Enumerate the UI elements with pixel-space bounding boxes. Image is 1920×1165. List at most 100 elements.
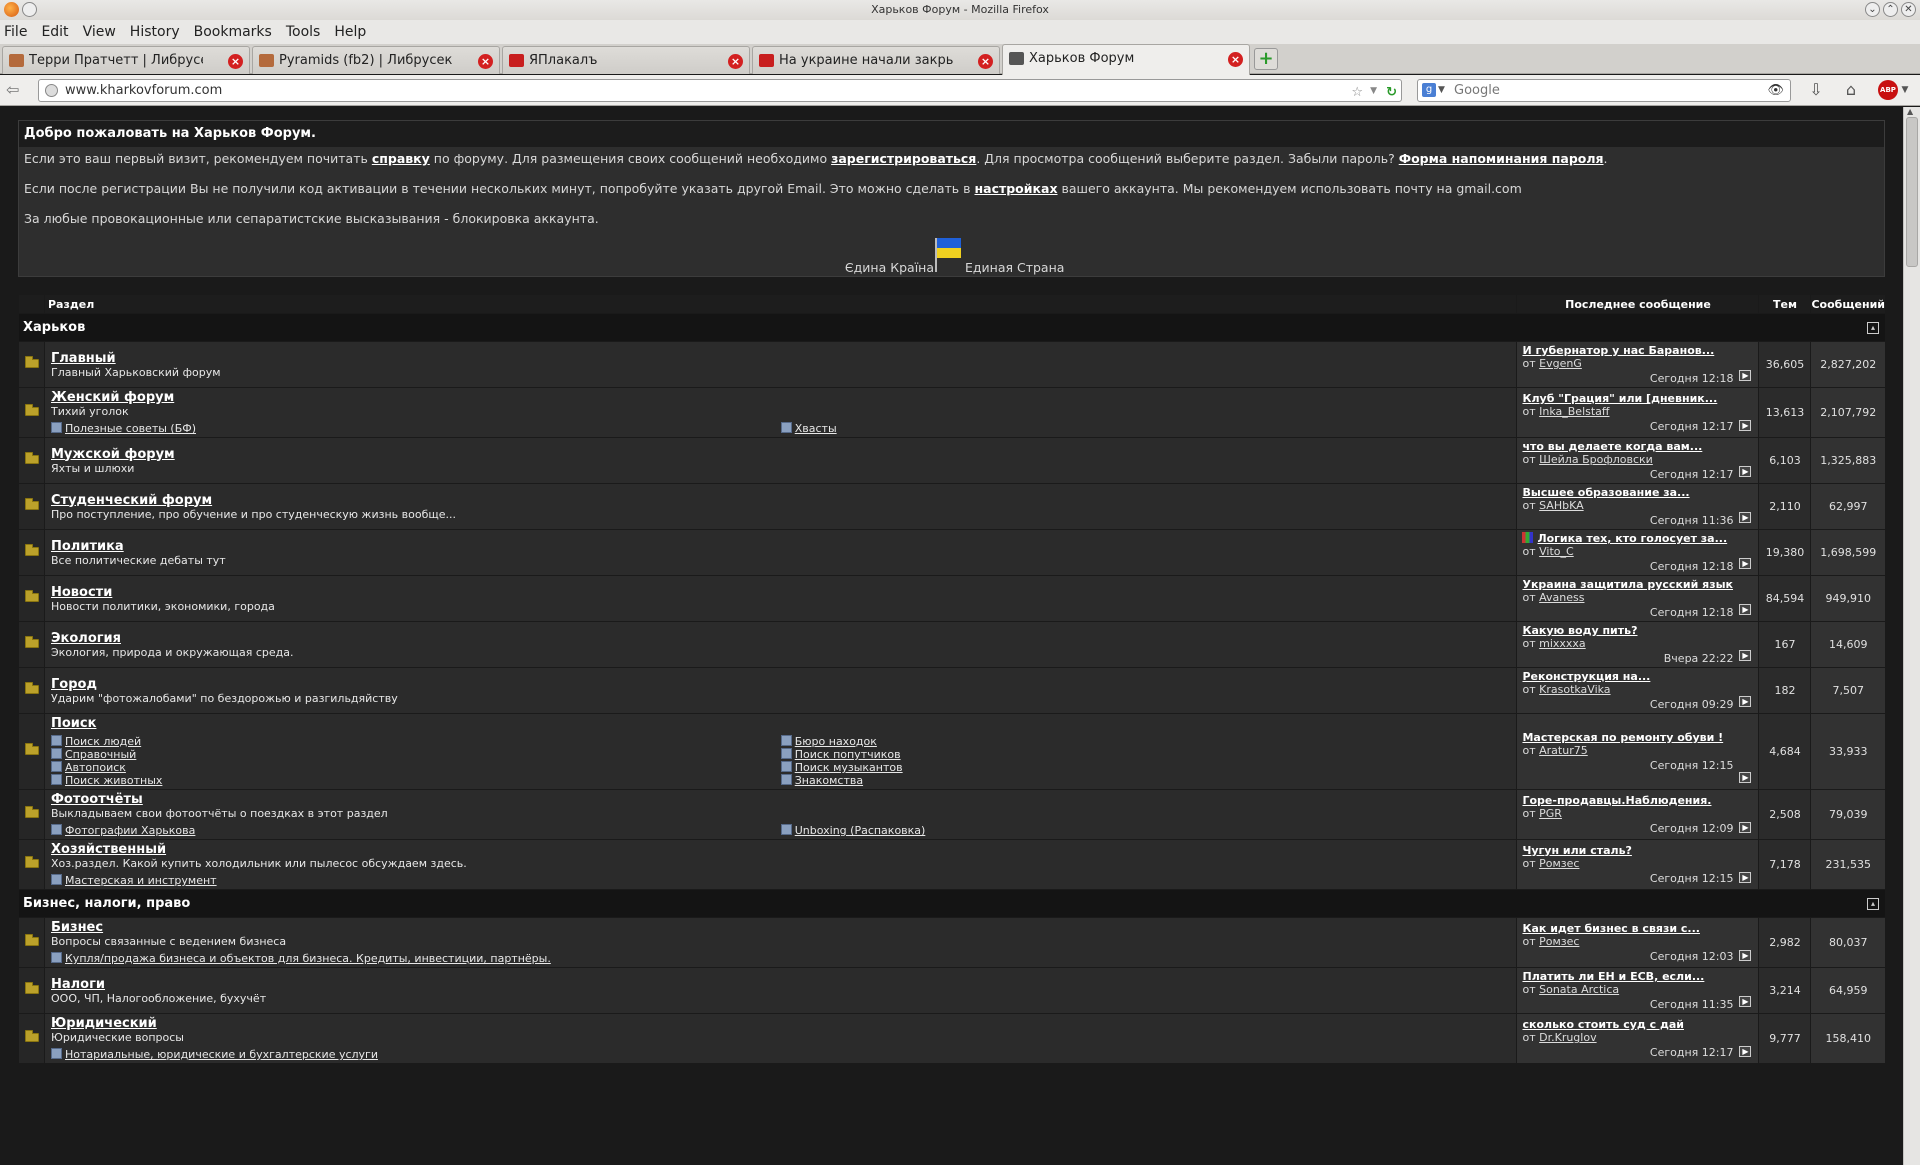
help-link[interactable]: справку xyxy=(372,151,430,166)
subforum-link[interactable]: Знакомства xyxy=(781,774,1511,787)
go-to-last-post-icon[interactable]: ▶ xyxy=(1739,420,1752,431)
go-to-last-post-icon[interactable]: ▶ xyxy=(1739,872,1752,883)
forum-title-link[interactable]: Главный xyxy=(51,351,1510,366)
last-post-title-link[interactable]: Платить ли ЕН и ЕСВ, если... xyxy=(1522,970,1753,983)
last-post-author-link[interactable]: Dr.Kruglov xyxy=(1539,1031,1596,1044)
category-title[interactable]: Бизнес, налоги, право xyxy=(23,896,190,911)
last-post-author-link[interactable]: Ромзес xyxy=(1539,935,1579,948)
subforum-link[interactable]: Фотографии Харькова xyxy=(51,824,781,837)
subforum-link[interactable]: Мастерская и инструмент xyxy=(51,874,781,887)
subforum-link[interactable]: Поиск музыкантов xyxy=(781,761,1511,774)
go-to-last-post-icon[interactable]: ▶ xyxy=(1739,650,1752,661)
last-post-author-link[interactable]: Sonata Arctica xyxy=(1539,983,1619,996)
forum-title-link[interactable]: Налоги xyxy=(51,977,1510,992)
forum-title-link[interactable]: Студенческий форум xyxy=(51,493,1510,508)
menu-file[interactable]: File xyxy=(4,24,27,40)
forum-title-link[interactable]: Юридический xyxy=(51,1016,1510,1031)
search-input[interactable]: Google xyxy=(1454,83,1500,98)
last-post-author-link[interactable]: SAHbKA xyxy=(1539,499,1584,512)
collapse-icon[interactable]: ▴ xyxy=(1867,898,1879,910)
menu-edit[interactable]: Edit xyxy=(41,24,68,40)
page-scrollbar[interactable]: ▲ xyxy=(1903,107,1920,1165)
minimize-icon[interactable]: ⌄ xyxy=(1865,2,1880,17)
collapse-icon[interactable]: ▴ xyxy=(1867,322,1879,334)
forum-title-link[interactable]: Мужской форум xyxy=(51,447,1510,462)
forum-title-link[interactable]: Город xyxy=(51,677,1510,692)
last-post-author-link[interactable]: Aratur75 xyxy=(1539,744,1588,757)
go-to-last-post-icon[interactable]: ▶ xyxy=(1739,822,1752,833)
subforum-link[interactable]: Справочный xyxy=(51,748,781,761)
downloads-icon[interactable]: ⇩ xyxy=(1806,80,1826,100)
subforum-link[interactable]: Поиск попутчиков xyxy=(781,748,1511,761)
last-post-title-link[interactable]: Клуб "Грация" или [дневник... xyxy=(1522,392,1753,405)
bookmark-star-icon[interactable]: ☆ xyxy=(1351,82,1363,103)
last-post-title-link[interactable]: Как идет бизнес в связи с... xyxy=(1522,922,1753,935)
last-post-title-link[interactable]: что вы делаете когда вам... xyxy=(1522,440,1753,453)
go-to-last-post-icon[interactable]: ▶ xyxy=(1739,512,1752,523)
password-reminder-link[interactable]: Форма напоминания пароля xyxy=(1399,151,1604,166)
tab-ukraine-news[interactable]: На украине начали закрыва... × xyxy=(752,46,1000,74)
last-post-author-link[interactable]: Vito_C xyxy=(1539,545,1574,558)
menu-history[interactable]: History xyxy=(130,24,180,40)
maximize-icon[interactable]: ⌃ xyxy=(1883,2,1898,17)
binoculars-icon[interactable]: 👁 xyxy=(1767,80,1784,101)
tab-yaplakal[interactable]: ЯПлакалъ × xyxy=(502,46,750,74)
subforum-link[interactable]: Unboxing (Распаковка) xyxy=(781,824,1511,837)
go-to-last-post-icon[interactable]: ▶ xyxy=(1739,604,1752,615)
close-tab-icon[interactable]: × xyxy=(478,54,493,69)
settings-link[interactable]: настройках xyxy=(975,181,1058,196)
subforum-link[interactable]: Купля/продажа бизнеса и объектов для биз… xyxy=(51,952,781,965)
subforum-link[interactable]: Полезные советы (БФ) xyxy=(51,422,781,435)
last-post-author-link[interactable]: mixxxxa xyxy=(1539,637,1586,650)
forum-title-link[interactable]: Хозяйственный xyxy=(51,842,1510,857)
subforum-link[interactable]: Бюро находок xyxy=(781,735,1511,748)
last-post-title-link[interactable]: Логика тех, кто голосует за... xyxy=(1522,532,1753,545)
last-post-title-link[interactable]: Реконструкция на... xyxy=(1522,670,1753,683)
last-post-author-link[interactable]: Ромзес xyxy=(1539,857,1579,870)
last-post-author-link[interactable]: Avaness xyxy=(1539,591,1584,604)
menu-view[interactable]: View xyxy=(83,24,116,40)
go-to-last-post-icon[interactable]: ▶ xyxy=(1739,772,1752,783)
subforum-link[interactable]: Поиск животных xyxy=(51,774,781,787)
menu-help[interactable]: Help xyxy=(334,24,366,40)
go-to-last-post-icon[interactable]: ▶ xyxy=(1739,996,1752,1007)
close-tab-icon[interactable]: × xyxy=(728,54,743,69)
menu-bookmarks[interactable]: Bookmarks xyxy=(194,24,272,40)
subforum-link[interactable]: Хвасты xyxy=(781,422,1511,435)
subforum-link[interactable]: Поиск людей xyxy=(51,735,781,748)
tab-pyramids[interactable]: Pyramids (fb2) | Либрусек × xyxy=(252,46,500,74)
close-tab-icon[interactable]: × xyxy=(1228,52,1243,67)
last-post-title-link[interactable]: Какую воду пить? xyxy=(1522,624,1753,637)
last-post-author-link[interactable]: Inka_Belstaff xyxy=(1539,405,1609,418)
google-engine-icon[interactable]: g xyxy=(1422,83,1436,97)
search-bar[interactable]: g ▼ Google 👁 xyxy=(1417,79,1791,102)
menu-tools[interactable]: Tools xyxy=(286,24,321,40)
forum-title-link[interactable]: Политика xyxy=(51,539,1510,554)
reload-icon[interactable]: ↻ xyxy=(1386,82,1397,103)
url-dropdown-icon[interactable]: ▼ xyxy=(1370,81,1377,102)
last-post-title-link[interactable]: И губернатор у нас Баранов... xyxy=(1522,344,1753,357)
forum-title-link[interactable]: Экология xyxy=(51,631,1510,646)
site-identity-icon[interactable] xyxy=(45,84,58,97)
close-tab-icon[interactable]: × xyxy=(978,54,993,69)
close-window-icon[interactable]: ✕ xyxy=(1901,2,1916,17)
subforum-link[interactable]: Автопоиск xyxy=(51,761,781,774)
search-engine-dropdown-icon[interactable]: ▼ xyxy=(1438,80,1445,101)
go-to-last-post-icon[interactable]: ▶ xyxy=(1739,370,1752,381)
last-post-title-link[interactable]: Чугун или сталь? xyxy=(1522,844,1753,857)
abp-dropdown-icon[interactable]: ▼ xyxy=(1898,80,1912,100)
forum-title-link[interactable]: Бизнес xyxy=(51,920,1510,935)
home-icon[interactable]: ⌂ xyxy=(1841,80,1861,100)
new-tab-button[interactable]: + xyxy=(1254,48,1278,70)
category-title[interactable]: Харьков xyxy=(23,320,85,335)
url-bar[interactable]: www.kharkovforum.com ☆ ▼ ↻ xyxy=(38,79,1402,102)
go-to-last-post-icon[interactable]: ▶ xyxy=(1739,1046,1752,1057)
tab-kharkov-forum[interactable]: Харьков Форум × xyxy=(1002,44,1250,75)
last-post-author-link[interactable]: KrasotkaVika xyxy=(1539,683,1610,696)
window-menu-icon[interactable] xyxy=(22,2,37,17)
last-post-title-link[interactable]: Украина защитила русский язык xyxy=(1522,578,1753,591)
last-post-title-link[interactable]: Высшее образование за... xyxy=(1522,486,1753,499)
go-to-last-post-icon[interactable]: ▶ xyxy=(1739,696,1752,707)
forum-title-link[interactable]: Поиск xyxy=(51,716,1510,731)
scrollbar-thumb[interactable] xyxy=(1906,117,1918,267)
